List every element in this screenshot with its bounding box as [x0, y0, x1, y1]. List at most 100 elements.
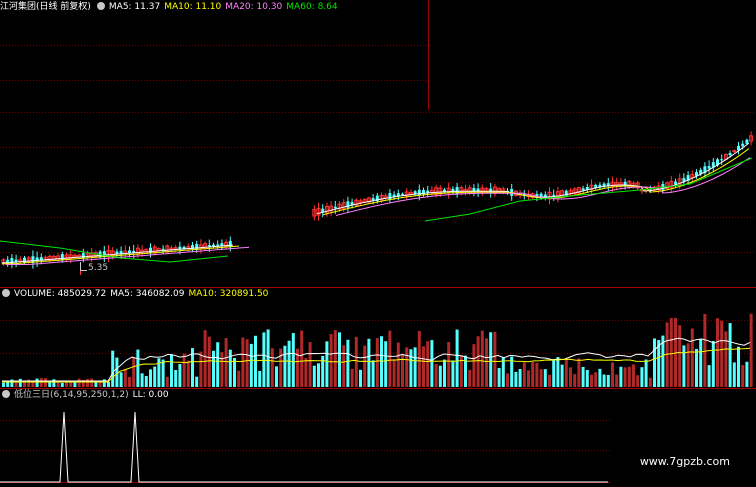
- volume-bar: [207, 336, 211, 387]
- volume-bar: [409, 349, 413, 387]
- stock-chart-window: 江河集团(日线 前复权) MA5: 11.37 MA10: 11.10 MA20: 1…: [0, 0, 756, 487]
- volume-bar: [644, 359, 648, 387]
- low-marker-arrow-icon: [80, 262, 87, 271]
- volume-bar: [480, 330, 484, 387]
- price-candle: [161, 248, 165, 250]
- volume-bar: [417, 331, 421, 387]
- price-candle: [371, 198, 375, 201]
- volume-bar: [384, 341, 388, 387]
- price-candle: [207, 245, 211, 247]
- volume-bar: [703, 313, 707, 387]
- volume-bar: [140, 373, 144, 387]
- volume-bar: [590, 374, 593, 387]
- volume-ma5-label: MA5: 346082.09: [110, 289, 185, 299]
- ma5-label: MA5: 11.37: [108, 2, 161, 12]
- volume-bar: [405, 347, 409, 387]
- volume-bar: [653, 338, 656, 387]
- volume-bar: [350, 368, 354, 387]
- ll-label: LL: 0.00: [132, 390, 169, 400]
- volume-bar: [737, 346, 740, 387]
- volume-bar: [241, 337, 245, 387]
- volume-bar: [741, 365, 745, 387]
- volume-bar: [581, 366, 585, 387]
- volume-bar: [602, 374, 606, 387]
- volume-bar: [627, 366, 631, 387]
- ma60-line: [0, 157, 753, 263]
- volume-bar: [539, 369, 543, 387]
- volume-bar: [611, 362, 614, 387]
- ma60-label: MA60: 8.64: [286, 2, 338, 12]
- volume-bar: [342, 345, 346, 387]
- volume-bar: [52, 379, 56, 387]
- volume-bar: [56, 382, 60, 387]
- panel-toggle-icon[interactable]: [2, 289, 10, 297]
- volume-bar: [333, 330, 337, 387]
- volume-bar: [518, 368, 522, 387]
- volume-bar: [522, 362, 526, 387]
- volume-bar: [182, 353, 186, 387]
- price-candle: [401, 193, 404, 195]
- price-candle: [392, 194, 396, 197]
- volume-bar: [115, 357, 119, 387]
- volume-bar: [228, 349, 232, 387]
- volume-bar: [161, 359, 165, 387]
- volume-bar: [136, 349, 140, 387]
- price-candle: [581, 188, 585, 191]
- volume-bar: [195, 376, 199, 387]
- volume-bar: [216, 342, 220, 387]
- volume-bar: [312, 365, 316, 387]
- volume-bar: [556, 357, 560, 387]
- volume-bar: [367, 338, 371, 387]
- volume-bar: [279, 348, 283, 387]
- volume-bar: [149, 369, 152, 387]
- stock-title: 江河集团(日线 前复权): [0, 2, 91, 12]
- volume-bar: [2, 382, 5, 387]
- volume-bar: [300, 330, 304, 387]
- volume-bar: [749, 313, 753, 387]
- panel-toggle-icon[interactable]: [2, 390, 10, 398]
- volume-bar: [426, 341, 430, 387]
- indicator-name-label: 低位三日(6,14,95,250,1,2): [14, 390, 129, 400]
- price-candle: [552, 194, 556, 196]
- volume-bar: [203, 330, 207, 387]
- volume-bar: [724, 331, 728, 387]
- volume-bar: [690, 328, 694, 387]
- volume-bar: [447, 341, 451, 387]
- volume-bar: [77, 378, 81, 387]
- volume-bar: [632, 364, 635, 387]
- volume-bar: [254, 335, 257, 387]
- volume-bar: [308, 342, 312, 387]
- volume-bar: [186, 360, 190, 387]
- volume-bar: [270, 348, 274, 387]
- price-candle: [388, 193, 392, 200]
- volume-bar: [199, 351, 203, 387]
- volume-bar: [711, 340, 715, 387]
- volume-bar: [564, 358, 568, 387]
- volume-bar: [489, 332, 493, 387]
- volume-bar: [531, 362, 535, 387]
- volume-bar: [119, 372, 123, 387]
- volume-bar: [107, 381, 110, 387]
- volume-bar: [598, 368, 602, 387]
- volume-bar: [90, 378, 94, 387]
- volume-bar: [720, 320, 724, 387]
- volume-bar: [707, 365, 711, 387]
- volume-bar: [745, 361, 749, 387]
- volume-bar: [577, 358, 581, 387]
- chart-canvas[interactable]: [0, 0, 756, 487]
- ma20-line: [6, 157, 751, 265]
- volume-bar: [682, 345, 686, 387]
- volume-bar: [220, 352, 224, 387]
- volume-bar: [287, 340, 291, 387]
- volume-bar: [245, 339, 249, 387]
- volume-bar: [44, 378, 47, 387]
- volume-bar: [258, 371, 262, 387]
- price-candle: [333, 206, 337, 209]
- panel-toggle-icon[interactable]: [96, 2, 105, 10]
- volume-bar: [468, 369, 472, 387]
- volume-bar: [422, 346, 425, 387]
- volume-bar: [291, 333, 295, 387]
- volume-bar: [396, 342, 400, 387]
- volume-bar: [514, 371, 518, 387]
- volume-bar: [174, 369, 178, 387]
